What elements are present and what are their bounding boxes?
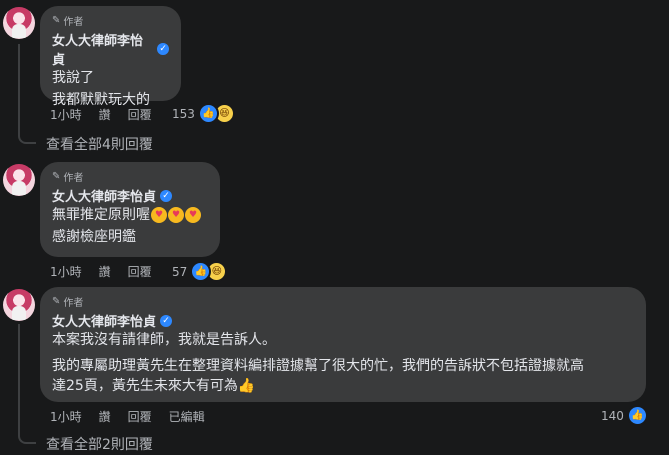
comment-bubble: ✎ 作者 女人大律師李怡貞 ✓ 無罪推定原則喔 ♥ ♥ ♥ 感謝檢座明鑑: [40, 162, 220, 257]
author-name[interactable]: 女人大律師李怡貞: [52, 311, 156, 330]
verified-badge-icon: ✓: [160, 189, 173, 202]
timestamp[interactable]: 1小時: [50, 263, 82, 280]
comment-text: 達25頁，黃先生未來大有可為: [52, 378, 238, 394]
comment-text-line: 本案我沒有請律師，我就是告訴人。: [52, 332, 276, 348]
reaction-summary[interactable]: 153 👍 😆: [172, 103, 235, 124]
author-name[interactable]: 女人大律師李怡貞: [52, 186, 156, 205]
author-badge-label: 作者: [63, 297, 84, 309]
avatar[interactable]: [3, 164, 35, 196]
edited-label: 已編輯: [168, 410, 205, 424]
timestamp[interactable]: 1小時: [50, 106, 82, 123]
thread-curve-3: [18, 424, 36, 444]
like-button[interactable]: 讚: [99, 408, 111, 425]
thread-curve-1: [18, 124, 36, 144]
reply-button[interactable]: 回覆: [128, 263, 152, 280]
heart-eyes-emoji-icon: ♥: [185, 207, 201, 223]
thread-line-3: [18, 324, 20, 424]
like-reaction-icon: 👍: [626, 405, 648, 426]
verified-badge-icon: ✓: [157, 43, 169, 55]
author-badge-label: 作者: [63, 172, 84, 184]
comment-bubble: ✎ 作者 女人大律師李怡貞 ✓ 我說了 我都默默玩大的: [40, 6, 181, 108]
verified-badge-icon: ✓: [160, 314, 173, 327]
author-name[interactable]: 女人大律師李怡貞: [52, 30, 153, 68]
thumbs-up-emoji-icon: 👍: [237, 378, 256, 394]
reaction-count: 140: [601, 408, 624, 423]
comment-text-line: 達25頁，黃先生未來大有可為👍: [52, 376, 634, 396]
avatar[interactable]: [3, 289, 35, 321]
like-reaction-icon: 👍: [197, 103, 219, 124]
reaction-summary[interactable]: 140 👍: [601, 405, 648, 426]
comment-text: 無罪推定原則喔: [52, 207, 150, 223]
comment-text-line: 感謝檢座明鑑: [52, 229, 136, 245]
timestamp[interactable]: 1小時: [50, 408, 82, 425]
pencil-icon: ✎: [52, 14, 61, 26]
reply-button[interactable]: 回覆: [128, 106, 152, 123]
avatar[interactable]: [3, 7, 35, 39]
heart-eyes-emoji-icon: ♥: [168, 207, 184, 223]
like-button[interactable]: 讚: [99, 106, 111, 123]
reaction-summary[interactable]: 57 👍 😆: [172, 261, 228, 282]
comment-actions: 1小時 讚 回覆: [50, 106, 169, 123]
comment-text-line: 無罪推定原則喔 ♥ ♥ ♥: [52, 205, 208, 225]
author-badge: ✎ 作者: [52, 13, 169, 28]
comment-actions: 1小時 讚 回覆 已編輯: [50, 408, 222, 425]
like-button[interactable]: 讚: [99, 263, 111, 280]
author-badge: ✎ 作者: [52, 294, 634, 309]
reply-button[interactable]: 回覆: [128, 408, 152, 425]
reaction-count: 153: [172, 106, 195, 121]
author-badge: ✎ 作者: [52, 169, 208, 184]
view-replies-link[interactable]: 查看全部4則回覆: [46, 134, 153, 154]
heart-eyes-emoji-icon: ♥: [151, 207, 167, 223]
comment-bubble: ✎ 作者 女人大律師李怡貞 ✓ 本案我沒有請律師，我就是告訴人。 我的專屬助理黃…: [40, 287, 646, 402]
pencil-icon: ✎: [52, 295, 61, 307]
comment-actions: 1小時 讚 回覆: [50, 263, 169, 280]
comment-text-line: 我說了: [52, 70, 94, 86]
comment-text-line: 我的專屬助理黃先生在整理資料編排證據幫了很大的忙，我們的告訴狀不包括證據就高: [52, 358, 584, 374]
reaction-count: 57: [172, 264, 188, 279]
pencil-icon: ✎: [52, 170, 61, 182]
view-replies-link[interactable]: 查看全部2則回覆: [46, 434, 153, 454]
author-badge-label: 作者: [63, 16, 84, 28]
thread-line-1: [18, 44, 20, 124]
